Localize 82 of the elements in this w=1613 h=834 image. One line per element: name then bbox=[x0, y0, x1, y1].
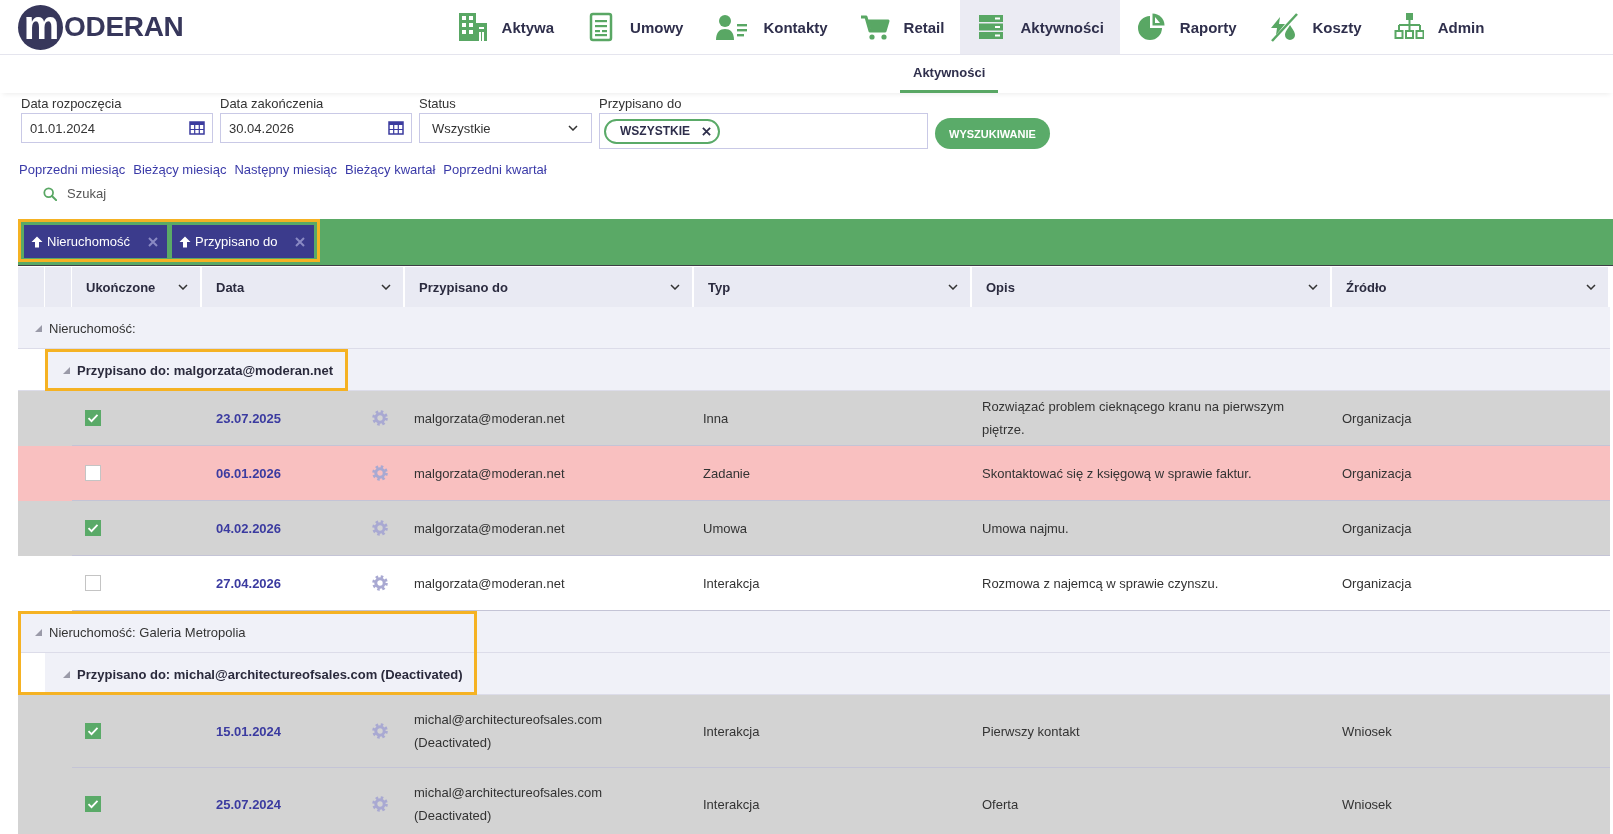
checkbox[interactable] bbox=[85, 723, 101, 739]
nav-item[interactable]: Retail bbox=[843, 0, 961, 54]
assignee-field[interactable]: WSZYSTKIE bbox=[599, 113, 928, 149]
caret-icon[interactable] bbox=[63, 366, 70, 374]
gear-icon[interactable] bbox=[372, 520, 388, 536]
nav-item[interactable]: Aktywa bbox=[441, 0, 571, 54]
caret-icon[interactable] bbox=[35, 324, 42, 332]
date-link[interactable]: 04.02.2026 bbox=[216, 516, 282, 540]
person-list-icon bbox=[715, 12, 750, 42]
gear-icon[interactable] bbox=[372, 410, 388, 426]
arrow-up-icon bbox=[179, 235, 192, 248]
date-link[interactable]: 25.07.2024 bbox=[216, 792, 282, 816]
column-header[interactable]: Przypisano do bbox=[405, 267, 694, 307]
column-header[interactable]: Data bbox=[202, 267, 405, 307]
chevron-down-icon bbox=[178, 284, 188, 290]
nav-item[interactable]: Admin bbox=[1377, 0, 1501, 54]
gear-icon[interactable] bbox=[372, 796, 388, 812]
subgroup-label: Przypisano do: malgorzata@moderan.net bbox=[77, 362, 334, 378]
field-label: Status bbox=[419, 96, 457, 112]
checkbox[interactable] bbox=[85, 465, 101, 481]
field-label: Przypisano do bbox=[599, 96, 683, 112]
caret-icon[interactable] bbox=[63, 670, 70, 678]
logo-text: ODERAN bbox=[64, 11, 184, 43]
search-link[interactable]: Szukaj bbox=[43, 186, 107, 202]
table-cell: Wniosek bbox=[1332, 768, 1610, 834]
date-link[interactable]: 27.04.2026 bbox=[216, 571, 282, 595]
nav-item[interactable]: Koszty bbox=[1252, 0, 1378, 54]
group-by-chip[interactable]: Przypisano do bbox=[172, 225, 315, 258]
chevron-down-icon bbox=[381, 284, 391, 290]
field-label: Data rozpoczęcia bbox=[21, 96, 123, 112]
checkbox[interactable] bbox=[85, 520, 101, 536]
date-link[interactable]: 15.01.2024 bbox=[216, 719, 282, 743]
group-label: Nieruchomość: Galeria Metropolia bbox=[49, 624, 246, 640]
close-icon[interactable] bbox=[702, 126, 711, 136]
column-header[interactable]: Ukończone bbox=[72, 267, 202, 307]
date-range-link[interactable]: Następny miesiąc bbox=[234, 162, 338, 178]
nav-item[interactable]: Aktywności bbox=[960, 0, 1120, 54]
pie-chart-icon bbox=[1135, 12, 1166, 42]
tag-chip[interactable]: WSZYSTKIE bbox=[604, 118, 720, 144]
date-field[interactable]: 01.01.2024 bbox=[21, 113, 213, 143]
arrow-up-icon bbox=[31, 235, 43, 248]
calendar-icon[interactable] bbox=[388, 121, 404, 135]
date-link[interactable]: 06.01.2026 bbox=[216, 461, 282, 485]
table-cell: Interakcja bbox=[694, 768, 972, 834]
search-icon bbox=[43, 187, 57, 201]
checkbox[interactable] bbox=[85, 410, 101, 426]
nav-item[interactable]: Raporty bbox=[1119, 0, 1253, 54]
table-cell: Oferta bbox=[972, 768, 1332, 834]
date-range-link[interactable]: Bieżący kwartał bbox=[345, 162, 436, 178]
group-by-chip[interactable]: Nieruchomość bbox=[24, 225, 168, 258]
chevron-down-icon bbox=[670, 284, 680, 290]
date-range-link[interactable]: Poprzedni miesiąc bbox=[19, 162, 126, 178]
calendar-icon[interactable] bbox=[189, 121, 205, 135]
sub-tab[interactable]: Aktywności bbox=[900, 55, 999, 93]
chevron-down-icon bbox=[568, 125, 578, 131]
chevron-down-icon bbox=[1308, 284, 1318, 290]
chevron-down-icon bbox=[1586, 284, 1596, 290]
gear-icon[interactable] bbox=[372, 575, 388, 591]
checkbox[interactable] bbox=[85, 575, 101, 591]
org-chart-icon bbox=[1393, 12, 1424, 42]
status-dropdown[interactable]: Wszystkie bbox=[419, 113, 592, 143]
lightning-drop-icon bbox=[1268, 12, 1299, 42]
subgroup-label: Przypisano do: michal@architectureofsales.com (Deactivated) bbox=[77, 666, 463, 682]
date-field[interactable]: 30.04.2026 bbox=[220, 113, 412, 143]
caret-icon[interactable] bbox=[35, 628, 42, 636]
gear-icon[interactable] bbox=[372, 723, 388, 739]
table-cell: michal@architectureofsales.com (Deactivated) bbox=[405, 768, 694, 834]
date-link[interactable]: 23.07.2025 bbox=[216, 406, 282, 430]
column-header[interactable]: Opis bbox=[972, 267, 1332, 307]
column-header[interactable]: Typ bbox=[694, 267, 972, 307]
gear-icon[interactable] bbox=[372, 465, 388, 481]
nav-item[interactable]: Umowy bbox=[570, 0, 700, 54]
nav-item[interactable]: Kontakty bbox=[699, 0, 844, 54]
logo-mark: m bbox=[18, 4, 63, 50]
checkbox[interactable] bbox=[85, 796, 101, 812]
date-range-link[interactable]: Poprzedni kwartał bbox=[443, 162, 547, 178]
field-label: Data zakończenia bbox=[220, 96, 325, 112]
group-label: Nieruchomość: bbox=[49, 320, 136, 336]
building-icon bbox=[457, 12, 488, 42]
chevron-down-icon bbox=[948, 284, 958, 290]
column-header[interactable]: Źródło bbox=[1332, 267, 1610, 307]
date-range-link[interactable]: Bieżący miesiąc bbox=[133, 162, 227, 178]
